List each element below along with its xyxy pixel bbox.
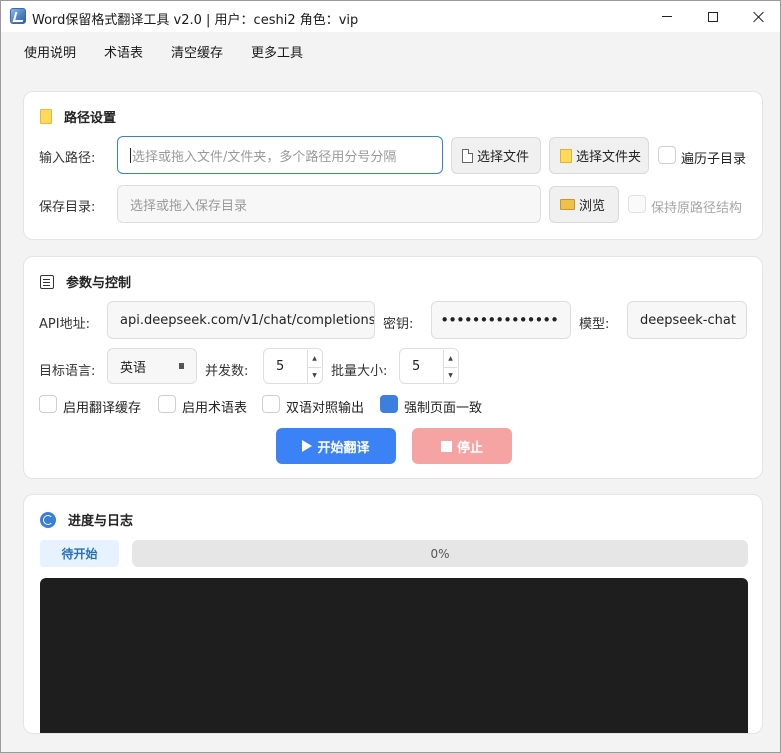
progress-bar: 0% [132,540,748,567]
menu-item-more-tools[interactable]: 更多工具 [241,36,313,67]
spin-up-icon[interactable]: ▲ [444,350,457,368]
window-title: Word保留格式翻译工具 v2.0 | 用户：ceshi2 角色：vip [32,13,359,28]
concurrency-label: 并发数: [205,364,249,379]
refresh-icon [40,511,56,528]
batch-spinbox[interactable]: 5 ▲ ▼ [399,348,459,384]
select-file-button[interactable]: 选择文件 [451,137,541,174]
path-settings-header: 路径设置 [40,107,116,126]
path-settings-panel: 路径设置 输入路径: 选择或拖入文件/文件夹，多个路径用分号分隔 选择文件 选择… [23,91,763,240]
play-icon [302,440,313,452]
select-file-label: 选择文件 [477,150,530,165]
spin-down-icon[interactable]: ▼ [444,368,457,384]
batch-label: 批量大小: [331,364,388,379]
params-header: 参数与控制 [40,272,131,291]
status-badge: 待开始 [40,540,119,567]
start-translation-button[interactable]: 开始翻译 [276,428,396,464]
save-dir-label: 保存目录: [39,200,96,215]
stop-label: 停止 [456,440,483,456]
force-page-label: 强制页面一致 [404,401,483,416]
select-folder-label: 选择文件夹 [576,150,642,165]
spin-up-icon[interactable]: ▲ [308,350,321,368]
app-logo-icon [10,8,26,24]
target-lang-select[interactable]: 英语 [107,348,197,384]
save-dir-placeholder: 选择或拖入保存目录 [130,198,248,214]
api-label: API地址: [39,317,90,332]
target-lang-label: 目标语言: [39,364,96,379]
glossary-label: 启用术语表 [182,401,248,416]
progress-log-title: 进度与日志 [68,514,134,529]
dropdown-arrow-icon [179,363,184,369]
start-label: 开始翻译 [317,440,370,456]
browse-label: 浏览 [579,199,606,214]
browse-button[interactable]: 浏览 [549,186,619,223]
batch-value: 5 [412,358,421,374]
params-panel: 参数与控制 API地址: api.deepseek.com/v1/chat/co… [23,256,763,479]
model-value: deepseek-chat [640,312,736,328]
recursive-checkbox[interactable] [658,146,676,164]
open-folder-icon [560,199,575,210]
bilingual-label: 双语对照输出 [286,401,365,416]
list-icon [40,274,54,289]
keep-structure-checkbox[interactable] [628,195,646,213]
params-title: 参数与控制 [66,276,132,291]
select-folder-button[interactable]: 选择文件夹 [549,137,649,174]
input-path-label: 输入路径: [39,151,96,166]
target-lang-value: 英语 [120,360,147,376]
file-icon [462,148,473,163]
translation-cache-label: 启用翻译缓存 [63,401,142,416]
menu-bar: 使用说明 术语表 清空缓存 更多工具 [1,32,780,71]
recursive-label: 遍历子目录 [681,152,747,167]
menu-item-instructions[interactable]: 使用说明 [14,36,86,67]
text-cursor [130,147,131,163]
maximize-button[interactable] [690,1,736,32]
force-page-checkbox[interactable] [380,395,398,413]
model-label: 模型: [579,317,610,332]
menu-item-clear-cache[interactable]: 清空缓存 [161,36,233,67]
glossary-checkbox[interactable] [158,395,176,413]
concurrency-spinbox[interactable]: 5 ▲ ▼ [263,348,323,384]
stop-button[interactable]: 停止 [412,428,512,464]
input-path-field[interactable]: 选择或拖入文件/文件夹，多个路径用分号分隔 [117,136,443,174]
close-button[interactable] [736,1,781,32]
maximize-icon [708,11,718,22]
stop-icon [440,440,452,452]
folder-icon [40,109,52,124]
model-field[interactable]: deepseek-chat [627,301,747,339]
progress-text: 0% [430,546,450,561]
path-settings-title: 路径设置 [64,111,117,126]
input-path-placeholder: 选择或拖入文件/文件夹，多个路径用分号分隔 [132,149,397,165]
progress-log-header: 进度与日志 [40,510,133,529]
menu-item-glossary[interactable]: 术语表 [94,36,153,67]
concurrency-value: 5 [276,358,285,374]
bilingual-checkbox[interactable] [262,395,280,413]
close-icon [753,11,765,23]
save-dir-field[interactable]: 选择或拖入保存目录 [117,185,541,223]
folder-icon [560,148,572,163]
concurrency-stepper[interactable]: ▲ ▼ [307,350,321,384]
translation-cache-checkbox[interactable] [39,395,57,413]
minimize-button[interactable] [644,1,690,32]
batch-stepper[interactable]: ▲ ▼ [443,350,457,384]
spin-down-icon[interactable]: ▼ [308,368,321,384]
app-window: Word保留格式翻译工具 v2.0 | 用户：ceshi2 角色：vip 使用说… [0,0,781,753]
api-url-value: api.deepseek.com/v1/chat/completions [120,312,375,328]
log-output-area[interactable] [40,578,748,733]
progress-log-panel: 进度与日志 待开始 0% [23,494,763,734]
api-key-field[interactable]: ••••••••••••••• [431,301,571,339]
key-label: 密钥: [383,317,414,332]
minimize-icon [662,16,672,17]
keep-structure-label: 保持原路径结构 [651,201,743,216]
api-key-value: ••••••••••••••• [440,311,559,329]
title-bar: Word保留格式翻译工具 v2.0 | 用户：ceshi2 角色：vip [1,1,780,32]
api-url-field[interactable]: api.deepseek.com/v1/chat/completions [107,301,375,339]
